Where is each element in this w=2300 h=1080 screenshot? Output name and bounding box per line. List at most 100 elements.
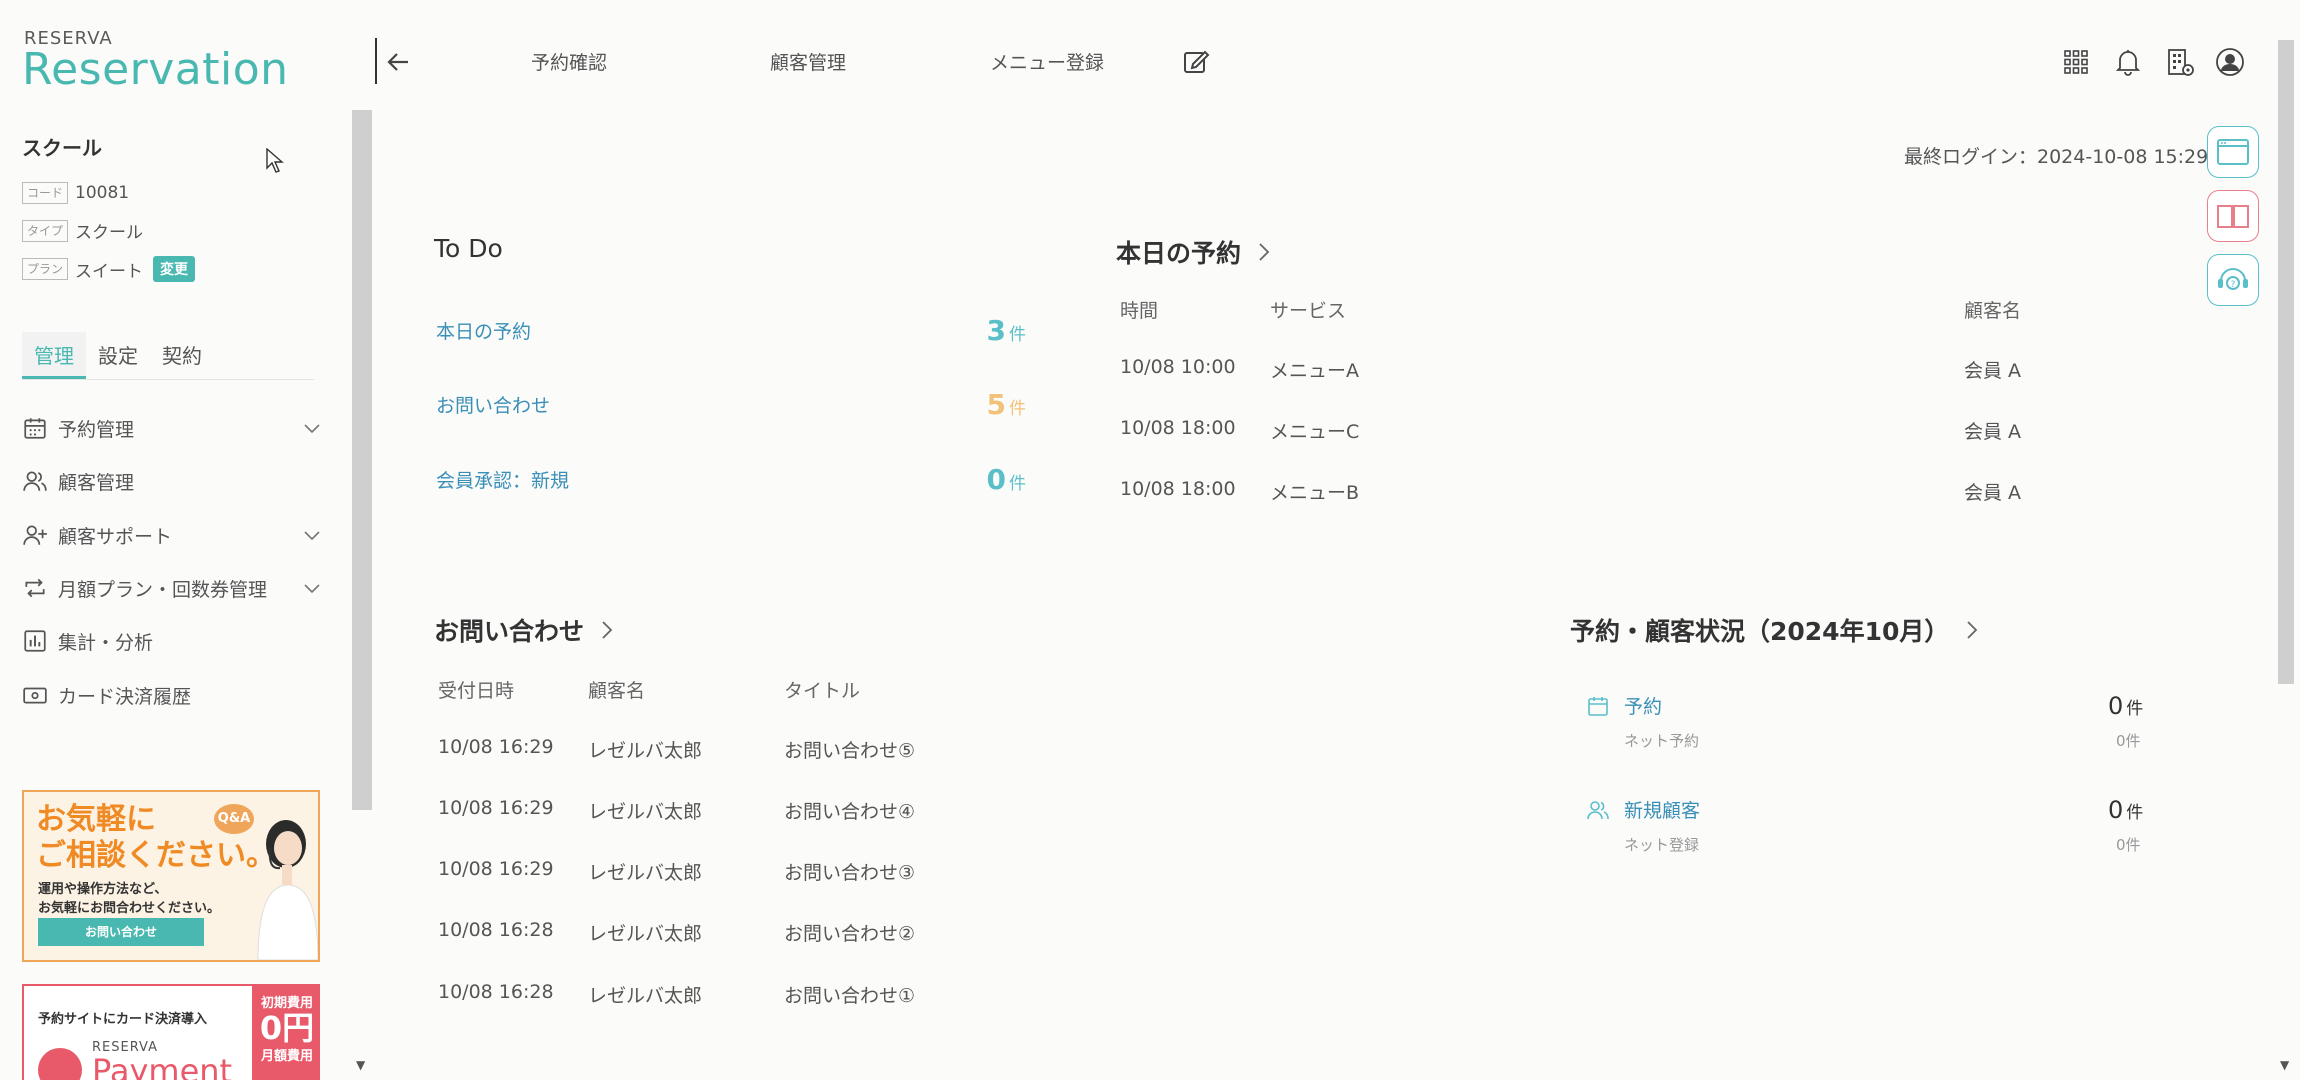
todo-count: 0件 [987,463,1026,496]
reservation-service[interactable]: メニューA [1270,356,1359,383]
payment-banner[interactable]: 予約サイトにカード決済導入 RESERVA Payment 初期費用 0円 月額… [22,984,320,1080]
sidebar-scroll-down-icon[interactable]: ▼ [356,1058,365,1072]
contact-button[interactable]: お問い合わせ [38,918,204,946]
nav-menu-register[interactable]: メニュー登録 [990,48,1104,75]
help-button[interactable]: ? [2207,254,2259,306]
site-preview-button[interactable] [2207,126,2259,178]
inquiries-title[interactable]: お問い合わせ [434,612,616,648]
sidebar-item-customers[interactable]: 顧客管理 [22,463,322,499]
inquiry-title[interactable]: お問い合わせ③ [784,858,915,885]
chevron-down-icon[interactable] [302,418,322,438]
stat-reservations[interactable]: 予約 [1586,692,1662,719]
todo-item[interactable]: お問い合わせ 5件 [436,384,1026,424]
sidebar-scrollbar[interactable] [352,110,372,810]
stat-value-unit: 件 [2126,803,2144,823]
status-title[interactable]: 予約・顧客状況（2024年10月） [1570,612,1981,648]
inquiry-customer[interactable]: レゼルバ太郎 [588,919,702,946]
bell-icon[interactable] [2112,46,2144,78]
stat-value-number: 0 [2108,796,2124,824]
consult-title-line2: ご相談ください。 [36,838,276,873]
manual-button[interactable] [2207,190,2259,242]
sidebar-item-label: 予約管理 [58,418,135,441]
stat-subvalue: 0件 [2116,732,2141,750]
todo-count-value: 5 [986,388,1006,421]
stat-subvalue: 0件 [2116,836,2141,854]
sidebar-item-support[interactable]: 顧客サポート [22,517,322,553]
todo-count-unit: 件 [1009,474,1026,494]
tab-contract[interactable]: 契約 [150,332,214,379]
col-customer: 顧客名 [1964,300,2022,322]
reservation-service[interactable]: メニューB [1270,478,1359,505]
todo-label[interactable]: 会員承認：新規 [436,466,569,493]
reservation-customer[interactable]: 会員 A [1964,356,2021,383]
stat-label-text: 新規顧客 [1624,800,1701,822]
inquiry-title[interactable]: お問い合わせ⑤ [784,736,915,763]
reservation-customer[interactable]: 会員 A [1964,478,2021,505]
inquiry-customer[interactable]: レゼルバ太郎 [588,797,702,824]
todo-item[interactable]: 本日の予約 3件 [436,310,1026,350]
consult-banner[interactable]: お気軽に ご相談ください。 Q&A 運用や操作方法など、 お気軽にお問合わせくだ… [22,790,320,962]
brand-logo[interactable]: Reservation [22,44,289,95]
col-title: タイトル [784,680,861,702]
main-scrollbar[interactable] [2278,40,2294,684]
users-icon [1587,800,1609,819]
tab-settings[interactable]: 設定 [86,332,150,379]
chevron-right-icon [1259,243,1270,261]
stat-label-text: 予約 [1624,696,1663,718]
sidebar-item-label: 顧客サポート [58,525,173,548]
card-icon [23,687,47,704]
inquiry-customer[interactable]: レゼルバ太郎 [588,736,702,763]
sidebar-item-label: 月額プラン・回数券管理 [58,578,268,601]
edit-icon[interactable] [1182,48,1210,76]
change-plan-button[interactable]: 変更 [153,256,196,282]
sidebar-item-analytics[interactable]: 集計・分析 [22,623,322,659]
svg-text:?: ? [2231,280,2236,290]
fee-box: 初期費用 0円 月額費用 [252,986,318,1080]
stat-value-number: 0 [2108,692,2124,720]
chevron-right-icon [1967,621,1978,639]
nav-reservation-check[interactable]: 予約確認 [531,48,607,75]
chevron-down-icon[interactable] [302,525,322,545]
inquiry-title[interactable]: お問い合わせ② [784,919,915,946]
tab-manage[interactable]: 管理 [22,332,86,379]
browser-window-icon [2217,139,2249,165]
inquiry-title[interactable]: お問い合わせ④ [784,797,915,824]
chart-icon [24,630,46,652]
sidebar-item-plans[interactable]: 月額プラン・回数券管理 [22,570,322,606]
reservation-customer[interactable]: 会員 A [1964,417,2021,444]
inquiries-title-text: お問い合わせ [434,617,585,646]
todo-label[interactable]: 本日の予約 [436,317,531,344]
today-reservations-title[interactable]: 本日の予約 [1116,234,1273,270]
inquiry-customer[interactable]: レゼルバ太郎 [588,858,702,885]
account-icon[interactable] [2214,46,2246,78]
todo-label[interactable]: お問い合わせ [436,391,550,418]
monthly-fee-label: 月額費用 [260,1049,313,1064]
chevron-down-icon[interactable] [302,578,322,598]
store-type-row: タイプ スクール [22,218,143,243]
main-scroll-down-icon[interactable]: ▼ [2280,1058,2289,1072]
nav-customer-manage[interactable]: 顧客管理 [770,48,846,75]
sidebar-item-card-history[interactable]: カード決済履歴 [22,677,322,713]
users-icon [23,471,47,491]
reservation-time: 10/08 18:00 [1120,417,1236,439]
todo-count-unit: 件 [1009,399,1026,419]
store-name: スクール [22,136,102,160]
inquiry-title[interactable]: お問い合わせ① [784,981,915,1008]
todo-count-value: 3 [986,314,1006,347]
store-plan-row: プラン スイート 変更 [22,256,196,282]
todo-item[interactable]: 会員承認：新規 0件 [436,459,1026,499]
reservation-service[interactable]: メニューC [1270,417,1359,444]
apps-grid-icon[interactable] [2060,46,2092,78]
todo-count: 3件 [987,314,1026,347]
building-settings-icon[interactable] [2164,46,2196,78]
store-code: 10081 [75,183,130,203]
back-arrow-icon[interactable] [384,48,412,76]
sidebar-item-reservations[interactable]: 予約管理 [22,410,322,446]
type-tag: タイプ [22,219,69,242]
inquiry-date: 10/08 16:29 [438,797,554,819]
code-tag: コード [22,182,69,204]
inquiry-customer[interactable]: レゼルバ太郎 [588,981,702,1008]
inquiry-date: 10/08 16:28 [438,981,554,1003]
stat-new-customers[interactable]: 新規顧客 [1586,796,1700,823]
consult-banner-sub: 運用や操作方法など、 お気軽にお問合わせください。 [38,880,220,918]
